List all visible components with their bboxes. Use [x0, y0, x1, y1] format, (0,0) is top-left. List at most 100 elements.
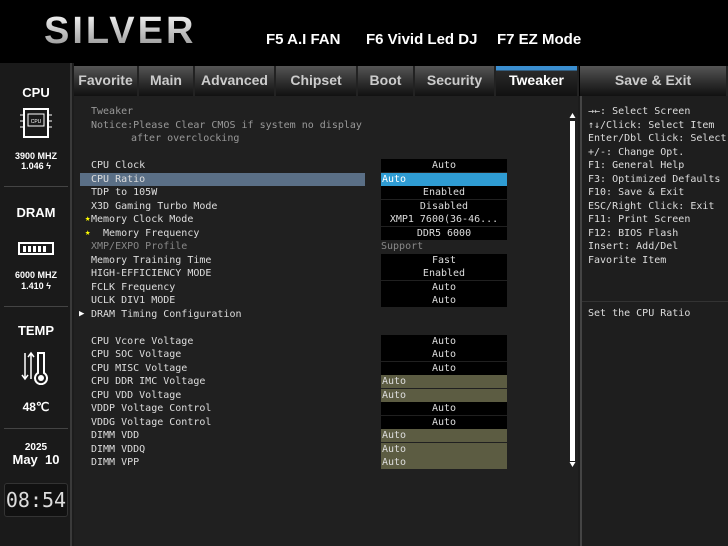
setting-label: X3D Gaming Turbo Mode — [91, 200, 218, 212]
tab-main[interactable]: Main — [139, 66, 195, 96]
setting-row[interactable]: X3D Gaming Turbo Mode Disabled — [74, 199, 574, 213]
setting-row[interactable]: ★ Memory Frequency DDR5 6000 — [74, 226, 574, 240]
setting-value[interactable]: XMP1 7600(36-46... — [381, 213, 507, 226]
setting-label: Memory Clock Mode — [91, 214, 194, 225]
help-line: F3: Optimized Defaults — [588, 173, 721, 185]
help-line: F10: Save & Exit — [588, 187, 685, 198]
setting-value[interactable]: Auto — [381, 361, 507, 375]
setting-label: Memory Training Time — [91, 254, 212, 266]
divider — [4, 428, 68, 429]
setting-row[interactable]: DIMM VDDQ Auto — [74, 442, 574, 456]
setting-value[interactable]: Auto — [381, 280, 507, 294]
help-line: Favorite Item — [588, 254, 667, 266]
star-icon: ★ — [85, 227, 91, 238]
help-line: Insert: Add/Del — [588, 241, 679, 252]
setting-row[interactable]: CPU SOC Voltage Auto — [74, 348, 574, 361]
submenu-arrow-icon: ▶ — [79, 308, 85, 319]
item-description: Set the CPU Ratio — [588, 308, 691, 319]
star-icon: ★ — [85, 214, 91, 224]
setting-row[interactable]: TDP to 105W Enabled — [74, 186, 574, 199]
setting-row[interactable]: CPU DDR IMC Voltage Auto — [74, 375, 574, 388]
tab-favorite[interactable]: Favorite — [74, 66, 139, 96]
tab-save-exit[interactable]: Save & Exit — [580, 66, 728, 96]
setting-value[interactable]: Auto — [381, 172, 507, 186]
setting-label: DIMM VDDQ — [91, 443, 146, 455]
setting-label: TDP to 105W — [91, 187, 158, 198]
divider — [4, 186, 68, 187]
setting-row[interactable]: CPU VDD Voltage Auto — [74, 388, 574, 402]
notice-text: Notice:Please Clear CMOS if system no di… — [91, 120, 362, 131]
main-tabs: Favorite Main Advanced Chipset Boot Secu… — [74, 63, 728, 96]
setting-row[interactable]: VDDG Voltage Control Auto — [74, 415, 574, 429]
setting-row[interactable]: UCLK DIV1 MODE Auto — [74, 294, 574, 307]
setting-value[interactable]: Auto — [381, 402, 507, 415]
setting-value[interactable]: DDR5 6000 — [381, 226, 507, 240]
setting-row[interactable]: HIGH-EFFICIENCY MODE Enabled — [74, 267, 574, 280]
setting-row[interactable]: CPU Ratio Auto — [74, 172, 574, 186]
tab-security[interactable]: Security — [415, 66, 496, 96]
setting-label: CPU Ratio — [91, 173, 146, 185]
setting-row[interactable]: DIMM VPP Auto — [74, 456, 574, 469]
tab-chipset[interactable]: Chipset — [276, 66, 358, 96]
setting-label: UCLK DIV1 MODE — [91, 295, 176, 306]
dram-voltage: 1.410 ϟ — [21, 281, 51, 291]
tab-tweaker[interactable]: Tweaker — [496, 66, 579, 96]
setting-value[interactable]: Auto — [381, 456, 507, 469]
setting-row[interactable]: XMP/EXPO Profile Support — [74, 240, 574, 253]
setting-value[interactable]: Auto — [381, 294, 507, 307]
help-line: F11: Print Screen — [588, 214, 691, 225]
settings-panel: Tweaker Notice:Please Clear CMOS if syst… — [74, 96, 578, 546]
dram-icon — [18, 242, 54, 255]
setting-row[interactable]: DIMM VDD Auto — [74, 429, 574, 442]
setting-label: HIGH-EFFICIENCY MODE — [91, 268, 212, 279]
setting-label: XMP/EXPO Profile — [91, 241, 188, 252]
help-line: +/-: Change Opt. — [588, 146, 685, 158]
setting-label: DRAM Timing Configuration — [91, 308, 242, 320]
help-line: F1: General Help — [588, 160, 685, 171]
setting-value[interactable]: Disabled — [381, 199, 507, 213]
setting-value: Support — [381, 241, 424, 252]
setting-row[interactable]: CPU MISC Voltage Auto — [74, 361, 574, 375]
setting-value[interactable]: Auto — [381, 442, 507, 456]
cpu-icon: CPU — [20, 108, 52, 138]
setting-row[interactable]: CPU Clock Auto — [74, 159, 574, 172]
setting-value[interactable]: Auto — [381, 429, 507, 442]
cpu-voltage: 1.046 ϟ — [21, 161, 51, 171]
setting-value[interactable]: Enabled — [381, 186, 507, 199]
dram-frequency: 6000 MHZ — [14, 270, 58, 280]
thermometer-icon — [21, 351, 48, 385]
setting-value[interactable]: Auto — [381, 388, 507, 402]
setting-value[interactable]: Auto — [381, 415, 507, 429]
setting-row[interactable]: FCLK Frequency Auto — [74, 280, 574, 294]
setting-value[interactable]: Auto — [381, 375, 507, 388]
setting-value[interactable]: Auto — [381, 348, 507, 361]
setting-label: CPU DDR IMC Voltage — [91, 376, 206, 387]
setting-value[interactable]: Enabled — [381, 267, 507, 280]
setting-row[interactable]: ★ Memory Clock Mode XMP1 7600(36-46... — [74, 213, 574, 226]
header: SILVER F5 A.I FAN F6 Vivid Led DJ F7 EZ … — [0, 0, 728, 63]
tab-advanced[interactable]: Advanced — [195, 66, 276, 96]
setting-value[interactable]: Fast — [381, 253, 507, 267]
tab-boot[interactable]: Boot — [358, 66, 415, 96]
setting-row[interactable]: VDDP Voltage Control Auto — [74, 402, 574, 415]
notice-text-cont: after overclocking — [131, 133, 240, 144]
ai-fan-button[interactable]: F5 A.I FAN — [266, 31, 340, 48]
setting-label: CPU MISC Voltage — [91, 362, 188, 374]
setting-label: CPU VDD Voltage — [91, 389, 182, 401]
setting-row[interactable]: ▶ DRAM Timing Configuration — [74, 308, 574, 321]
help-line: F12: BIOS Flash — [588, 227, 679, 239]
setting-row[interactable]: Memory Training Time Fast — [74, 253, 574, 267]
setting-value[interactable]: Auto — [381, 159, 507, 172]
scrollbar[interactable] — [569, 112, 576, 468]
setting-row[interactable]: CPU Vcore Voltage Auto — [74, 334, 574, 348]
svg-text:CPU: CPU — [31, 119, 42, 125]
setting-label: Memory Frequency — [91, 227, 200, 239]
vivid-led-dj-button[interactable]: F6 Vivid Led DJ — [366, 31, 477, 48]
ez-mode-button[interactable]: F7 EZ Mode — [497, 31, 581, 48]
cpu-title: CPU — [22, 85, 50, 100]
setting-label: DIMM VDD — [91, 430, 140, 441]
brand-logo: SILVER — [44, 10, 197, 52]
section-title: Tweaker — [91, 106, 134, 117]
setting-value[interactable]: Auto — [381, 334, 507, 348]
help-line: →←: Select Screen — [588, 106, 691, 117]
